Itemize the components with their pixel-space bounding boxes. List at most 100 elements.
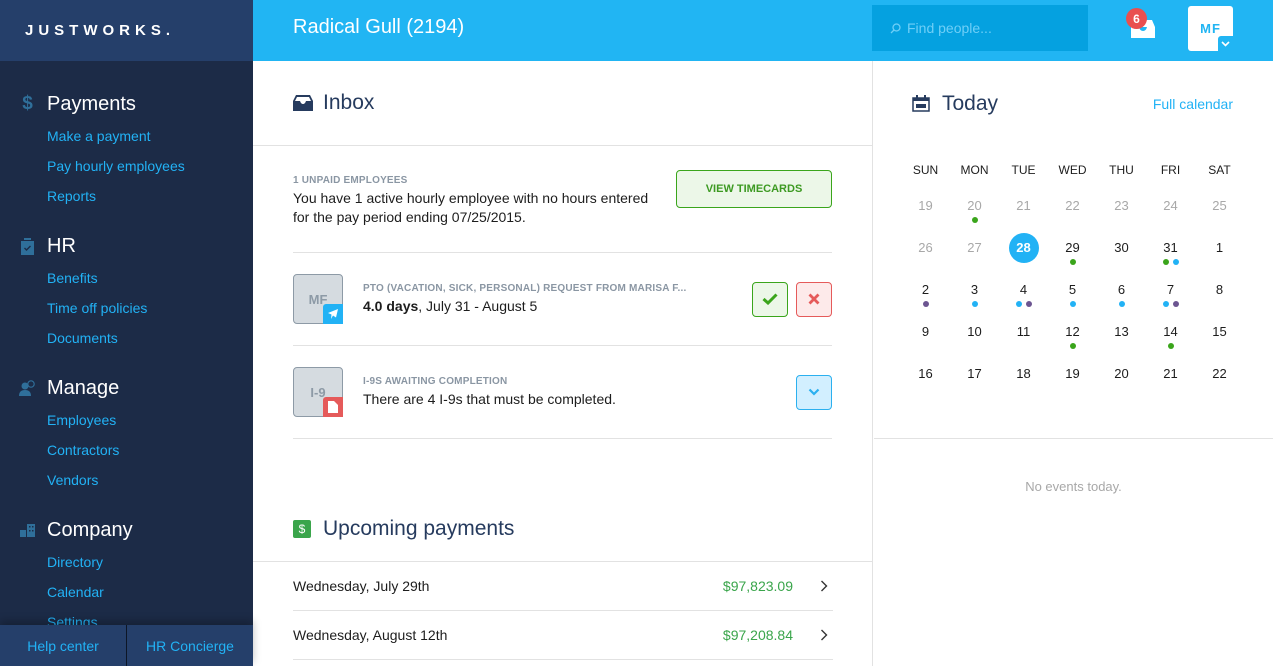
day-number: 31 xyxy=(1163,240,1178,255)
payment-row[interactable]: Wednesday, August 12th $97,208.84 xyxy=(293,611,833,660)
calendar-day[interactable]: 6 xyxy=(1097,270,1146,312)
sidebar-item-directory[interactable]: Directory xyxy=(0,547,253,577)
calendar-day[interactable]: 29 xyxy=(1048,228,1097,270)
sidebar-item-pay-hourly-employees[interactable]: Pay hourly employees xyxy=(0,151,253,181)
calendar-day[interactable]: 14 xyxy=(1146,312,1195,354)
payment-row[interactable]: Wednesday, July 29th $97,823.09 xyxy=(293,562,833,611)
sidebar-item-employees[interactable]: Employees xyxy=(0,405,253,435)
weekday-label: THU xyxy=(1109,163,1134,177)
calendar-day[interactable]: 17 xyxy=(950,354,999,396)
calendar-day[interactable]: 21 xyxy=(999,186,1048,228)
calendar-week: 19 20 21 22 23 24 25 xyxy=(901,186,1246,228)
today-header: Today Full calendar xyxy=(874,61,1273,146)
calendar-day[interactable]: 23 xyxy=(1097,186,1146,228)
day-number: 11 xyxy=(1016,324,1031,339)
full-calendar-link[interactable]: Full calendar xyxy=(1153,96,1233,112)
sidebar-item-reports[interactable]: Reports xyxy=(0,181,253,211)
chevron-down-icon xyxy=(808,388,820,396)
people-icon xyxy=(0,380,47,396)
payments-list: Wednesday, July 29th $97,823.09 Wednesda… xyxy=(293,562,833,660)
calendar-day[interactable]: 9 xyxy=(901,312,950,354)
calendar-day[interactable]: 1 xyxy=(1195,228,1244,270)
calendar-day[interactable]: 5 xyxy=(1048,270,1097,312)
calendar-day[interactable]: 13 xyxy=(1097,312,1146,354)
calendar-day[interactable]: 24 xyxy=(1146,186,1195,228)
calendar-day[interactable]: 12 xyxy=(1048,312,1097,354)
nav-title-payments: Payments xyxy=(47,92,136,115)
calendar-day[interactable]: 19 xyxy=(1048,354,1097,396)
building-icon xyxy=(0,523,47,537)
chevron-right-icon xyxy=(815,580,833,592)
calendar-day[interactable]: 18 xyxy=(999,354,1048,396)
calendar-day[interactable]: 4 xyxy=(999,270,1048,312)
weekday-label: SUN xyxy=(912,163,939,177)
sidebar-item-calendar[interactable]: Calendar xyxy=(0,577,253,607)
close-icon xyxy=(808,293,820,305)
sidebar-item-make-a-payment[interactable]: Make a payment xyxy=(0,121,253,151)
calendar-day[interactable]: 22 xyxy=(1195,354,1244,396)
nav-title-hr: HR xyxy=(47,234,76,257)
day-number: 20 xyxy=(1114,366,1129,381)
calendar-day[interactable]: 10 xyxy=(950,312,999,354)
calendar-day[interactable]: 2 xyxy=(901,270,950,312)
day-number: 5 xyxy=(1068,282,1077,297)
nav-section-payments: $ Payments Make a payment Pay hourly emp… xyxy=(0,91,253,211)
calendar-day[interactable]: 7 xyxy=(1146,270,1195,312)
approve-button[interactable] xyxy=(752,281,788,317)
weekday-label: MON xyxy=(960,163,989,177)
search-input[interactable]: Find people... xyxy=(872,5,1088,51)
day-number: 25 xyxy=(1212,198,1227,213)
inbox-title: Inbox xyxy=(323,91,375,114)
day-number: 4 xyxy=(1019,282,1028,297)
day-number: 26 xyxy=(918,240,933,255)
airplane-icon xyxy=(323,304,343,324)
nav-section-manage: Manage Employees Contractors Vendors xyxy=(0,375,253,495)
inbox-item-i9: I-9 I-9S AWAITING COMPLETION There are 4… xyxy=(293,346,832,439)
calendar-day[interactable]: 26 xyxy=(901,228,950,270)
weekday-label: SAT xyxy=(1208,163,1231,177)
calendar-day[interactable]: 20 xyxy=(950,186,999,228)
calendar-day[interactable]: 27 xyxy=(950,228,999,270)
sidebar-item-documents[interactable]: Documents xyxy=(0,323,253,353)
day-number: 14 xyxy=(1163,324,1178,339)
view-timecards-button[interactable]: VIEW TIMECARDS xyxy=(676,170,832,208)
nav-title-company: Company xyxy=(47,518,133,541)
inbox-button[interactable]: 6 xyxy=(1126,8,1156,44)
calendar-day[interactable]: 3 xyxy=(950,270,999,312)
calendar-day[interactable]: 16 xyxy=(901,354,950,396)
day-number: 1 xyxy=(1215,240,1224,255)
day-number: 13 xyxy=(1114,324,1129,339)
day-number: 21 xyxy=(1163,366,1178,381)
calendar-weeks: 19 20 21 22 23 24 25 26 27 28 29 30 31 1 2 3 4 5 6 7 8 9 10 11 1… xyxy=(901,186,1246,396)
calendar-day[interactable]: 31 xyxy=(1146,228,1195,270)
day-number: 3 xyxy=(970,282,979,297)
deny-button[interactable] xyxy=(796,281,832,317)
sidebar-item-vendors[interactable]: Vendors xyxy=(0,465,253,495)
sidebar-item-contractors[interactable]: Contractors xyxy=(0,435,253,465)
user-avatar-menu[interactable]: MF xyxy=(1188,6,1233,51)
calendar-day[interactable]: 22 xyxy=(1048,186,1097,228)
nav-section-company: Company Directory Calendar Settings xyxy=(0,517,253,637)
payment-amount: $97,823.09 xyxy=(722,578,793,594)
calendar-day[interactable]: 19 xyxy=(901,186,950,228)
sidebar-item-time-off-policies[interactable]: Time off policies xyxy=(0,293,253,323)
calendar-day-today[interactable]: 28 xyxy=(999,228,1048,270)
calendar-day[interactable]: 15 xyxy=(1195,312,1244,354)
i9-avatar: I-9 xyxy=(293,367,343,417)
calendar-day[interactable]: 20 xyxy=(1097,354,1146,396)
calendar-day[interactable]: 11 xyxy=(999,312,1048,354)
expand-button[interactable] xyxy=(796,374,832,410)
chevron-down-icon xyxy=(1218,36,1233,51)
today-panel: Today Full calendar SUN MON TUE WED THU FRI SA… xyxy=(874,61,1273,666)
calendar-day[interactable]: 30 xyxy=(1097,228,1146,270)
search-icon xyxy=(890,22,901,34)
calendar-day[interactable]: 21 xyxy=(1146,354,1195,396)
weekday-label: WED xyxy=(1058,163,1087,177)
help-center-button[interactable]: Help center xyxy=(0,625,126,666)
hr-concierge-button[interactable]: HR Concierge xyxy=(126,625,253,666)
logo[interactable]: JUSTWORKS. xyxy=(25,22,175,39)
day-number: 23 xyxy=(1114,198,1129,213)
sidebar-item-benefits[interactable]: Benefits xyxy=(0,263,253,293)
calendar-day[interactable]: 8 xyxy=(1195,270,1244,312)
calendar-day[interactable]: 25 xyxy=(1195,186,1244,228)
